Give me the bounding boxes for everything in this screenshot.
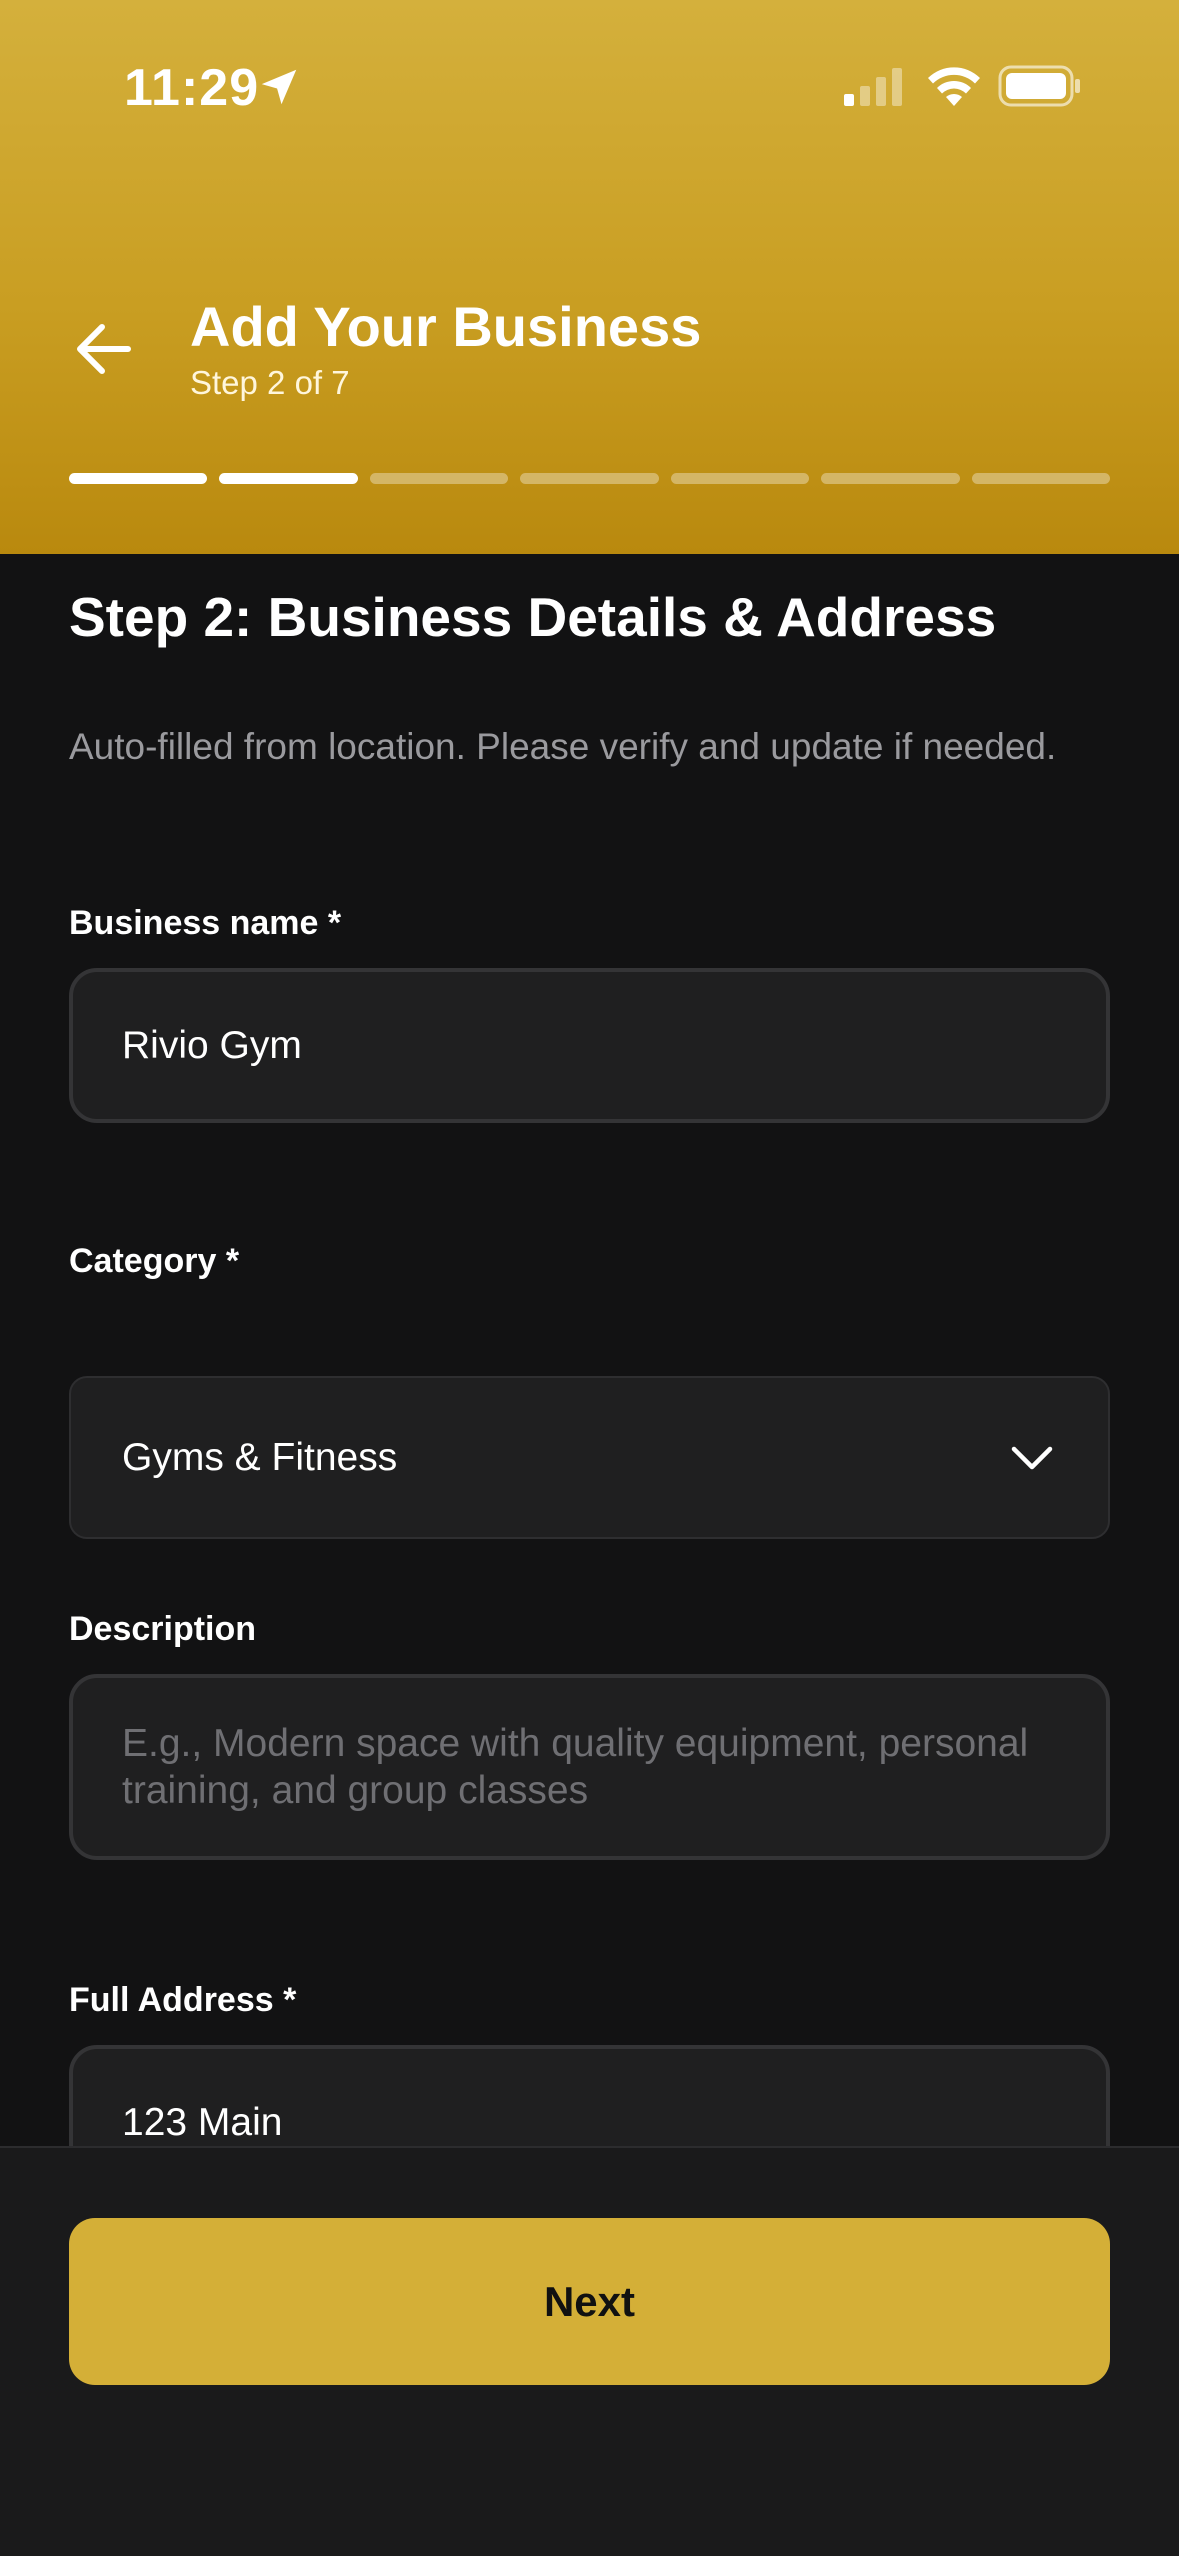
location-arrow-icon: [261, 69, 297, 105]
progress-segment-6: [821, 473, 960, 484]
next-button[interactable]: Next: [69, 2218, 1110, 2385]
step-heading: Step 2: Business Details & Address: [69, 586, 997, 648]
back-button[interactable]: [68, 316, 140, 382]
progress-segment-5: [670, 473, 810, 484]
progress-segment-4: [520, 473, 659, 484]
category-value: Gyms & Fitness: [122, 1435, 398, 1479]
cellular-signal-icon: [844, 68, 902, 106]
battery-icon: [998, 65, 1080, 107]
chevron-down-icon: [1011, 1446, 1053, 1469]
bottom-action-bar: Next: [0, 2146, 1179, 2556]
step-indicator: Step 2 of 7: [190, 364, 350, 401]
category-select[interactable]: Gyms & Fitness: [69, 1376, 1110, 1539]
app-header: 11:29 Add Your Business Step 2 of 7: [0, 0, 1179, 554]
arrow-left-icon: [77, 324, 131, 374]
progress-segment-7: [971, 473, 1110, 484]
page-title: Add Your Business: [190, 295, 702, 358]
autofill-hint: Auto-filled from location. Please verify…: [69, 726, 1057, 767]
description-textarea[interactable]: [69, 1674, 1110, 1860]
progress-segment-1: [69, 473, 208, 484]
step-progress-bar: [69, 473, 1110, 484]
status-time: 11:29: [124, 59, 260, 117]
progress-segment-2: [219, 473, 358, 484]
business-name-label: Business name *: [69, 904, 342, 942]
business-name-input[interactable]: [69, 968, 1110, 1123]
wifi-icon: [928, 67, 980, 106]
full-address-label: Full Address *: [69, 1981, 297, 2019]
description-label: Description: [69, 1610, 257, 1648]
progress-segment-3: [369, 473, 509, 484]
category-label: Category *: [69, 1242, 240, 1280]
